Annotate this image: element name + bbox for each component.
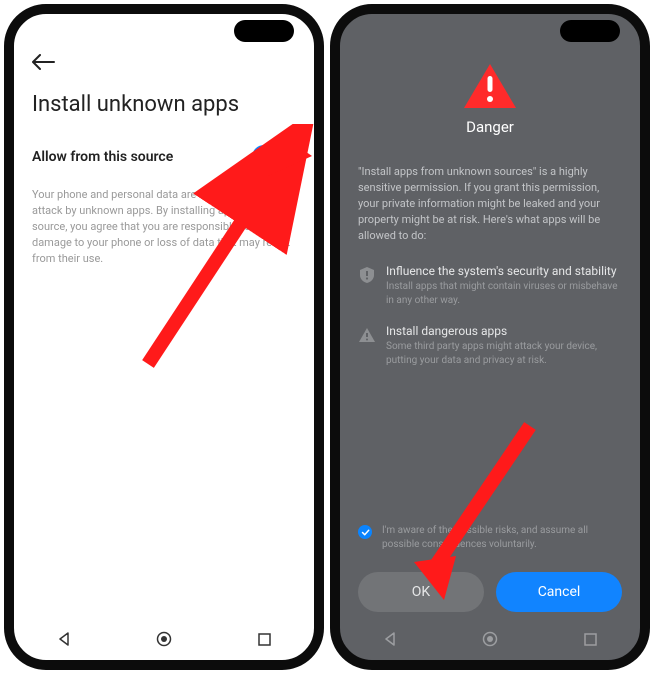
- warning-item-1-sub: Install apps that might contain viruses …: [386, 280, 622, 308]
- warning-item-2-sub: Some third party apps might attack your …: [386, 340, 622, 368]
- toggle-label: Allow from this source: [32, 149, 173, 165]
- nav-home-button[interactable]: [154, 629, 174, 649]
- allow-toggle-row[interactable]: Allow from this source: [32, 145, 296, 169]
- allow-toggle[interactable]: [252, 145, 296, 169]
- warning-item-2-title: Install dangerous apps: [386, 324, 622, 338]
- cancel-button[interactable]: Cancel: [496, 572, 622, 612]
- triangle-back-icon: [57, 632, 71, 646]
- dialog-title: Danger: [358, 118, 622, 136]
- phone-left: Install unknown apps Allow from this sou…: [4, 4, 324, 670]
- nav-recent-button[interactable]: [254, 629, 274, 649]
- consent-checkbox[interactable]: [358, 525, 372, 539]
- dialog-buttons: OK Cancel: [358, 572, 622, 612]
- phone-right: Danger "Install apps from unknown source…: [330, 4, 650, 670]
- camera-cutout: [234, 20, 294, 42]
- warning-item-1-title: Influence the system's security and stab…: [386, 264, 622, 278]
- shield-warning-icon: [358, 266, 376, 284]
- nav-home-button[interactable]: [480, 629, 500, 649]
- ok-button[interactable]: OK: [358, 572, 484, 612]
- toggle-knob: [275, 148, 293, 166]
- back-button[interactable]: [32, 54, 56, 74]
- circle-home-icon: [156, 631, 172, 647]
- nav-recent-button[interactable]: [580, 629, 600, 649]
- back-arrow-icon: [32, 54, 56, 70]
- consent-text: I'm aware of the possible risks, and ass…: [382, 524, 622, 552]
- nav-back-button[interactable]: [54, 629, 74, 649]
- check-icon: [361, 528, 370, 537]
- page-title: Install unknown apps: [32, 92, 296, 117]
- nav-back-button[interactable]: [380, 629, 400, 649]
- warning-item-2: Install dangerous apps Some third party …: [358, 324, 622, 368]
- consent-row[interactable]: I'm aware of the possible risks, and ass…: [358, 524, 622, 552]
- description-text: Your phone and personal data are more vu…: [32, 187, 296, 267]
- dialog-description: "Install apps from unknown sources" is a…: [358, 164, 622, 244]
- square-recent-icon: [258, 633, 271, 646]
- square-recent-icon: [584, 633, 597, 646]
- camera-cutout: [560, 20, 620, 42]
- triangle-warning-icon: [358, 326, 376, 344]
- navbar: [340, 618, 640, 660]
- triangle-back-icon: [383, 632, 397, 646]
- circle-home-icon: [482, 631, 498, 647]
- navbar: [14, 618, 314, 660]
- warning-triangle-icon: [462, 62, 518, 110]
- warning-item-1: Influence the system's security and stab…: [358, 264, 622, 308]
